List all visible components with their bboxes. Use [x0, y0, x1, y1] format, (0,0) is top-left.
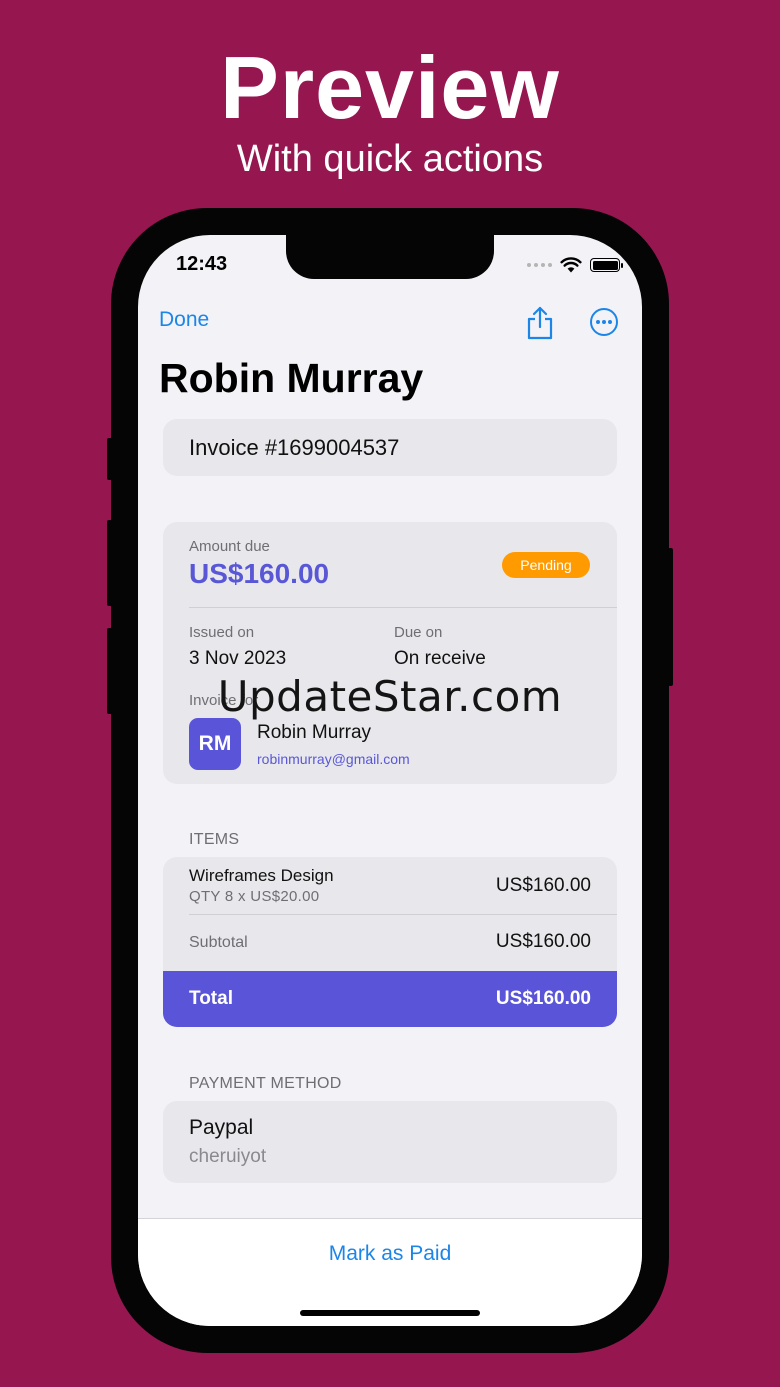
signal-icon — [527, 263, 552, 267]
ellipsis-circle-icon[interactable] — [589, 307, 619, 337]
promo-title: Preview — [220, 38, 560, 137]
mute-switch — [107, 438, 112, 480]
invoice-number: Invoice #1699004537 — [189, 435, 400, 460]
notch — [286, 235, 494, 279]
due-on-value: On receive — [394, 648, 486, 669]
total-value: US$160.00 — [495, 988, 591, 1009]
amount-card: Amount due US$160.00 Pending Issued on 3… — [163, 522, 617, 784]
item-quantity: QTY 8 x US$20.00 — [189, 888, 320, 905]
volume-up-button — [107, 520, 112, 606]
power-button — [668, 548, 673, 686]
divider — [189, 607, 617, 608]
total-label: Total — [189, 988, 233, 1009]
mark-as-paid-button[interactable]: Mark as Paid — [138, 1242, 642, 1266]
status-badge: Pending — [502, 552, 590, 578]
amount-due-label: Amount due — [189, 538, 270, 555]
share-icon[interactable] — [524, 305, 556, 341]
page-title: Robin Murray — [159, 355, 424, 401]
due-on-label: Due on — [394, 624, 443, 641]
bottom-action-bar: Mark as Paid — [138, 1218, 642, 1326]
payment-method-header: PAYMENT METHOD — [189, 1075, 342, 1092]
issued-on-label: Issued on — [189, 624, 255, 641]
done-button[interactable]: Done — [159, 308, 209, 332]
items-header: ITEMS — [189, 831, 240, 848]
phone-frame: 12:43 Done Robin Murray Invoice #1699004… — [107, 208, 673, 1353]
item-name: Wireframes Design — [189, 866, 334, 885]
total-row: Total US$160.00 — [163, 971, 617, 1027]
amount-due-value: US$160.00 — [189, 558, 330, 589]
phone-screen: 12:43 Done Robin Murray Invoice #1699004… — [138, 235, 642, 1326]
issued-on-value: 3 Nov 2023 — [189, 648, 287, 669]
payment-method-name: Paypal — [189, 1116, 254, 1139]
subtotal-value: US$160.00 — [495, 931, 591, 952]
invoice-number-card: Invoice #1699004537 — [163, 419, 617, 476]
client-name: Robin Murray — [257, 722, 372, 743]
client-email[interactable]: robinmurray@gmail.com — [257, 751, 410, 767]
home-indicator[interactable] — [300, 1310, 480, 1316]
status-indicators — [527, 255, 623, 275]
subtotal-label: Subtotal — [189, 934, 248, 951]
battery-icon — [590, 258, 623, 272]
payment-method-card: Paypal cheruiyot — [163, 1101, 617, 1183]
promo-subtitle: With quick actions — [236, 138, 544, 180]
avatar: RM — [189, 718, 241, 770]
item-price: US$160.00 — [495, 875, 591, 896]
payment-account: cheruiyot — [189, 1146, 267, 1167]
items-card: Wireframes Design QTY 8 x US$20.00 US$16… — [163, 857, 617, 1027]
status-time: 12:43 — [176, 253, 228, 275]
wifi-icon — [560, 257, 582, 273]
divider — [189, 914, 617, 915]
watermark: UpdateStar.com — [217, 672, 563, 721]
